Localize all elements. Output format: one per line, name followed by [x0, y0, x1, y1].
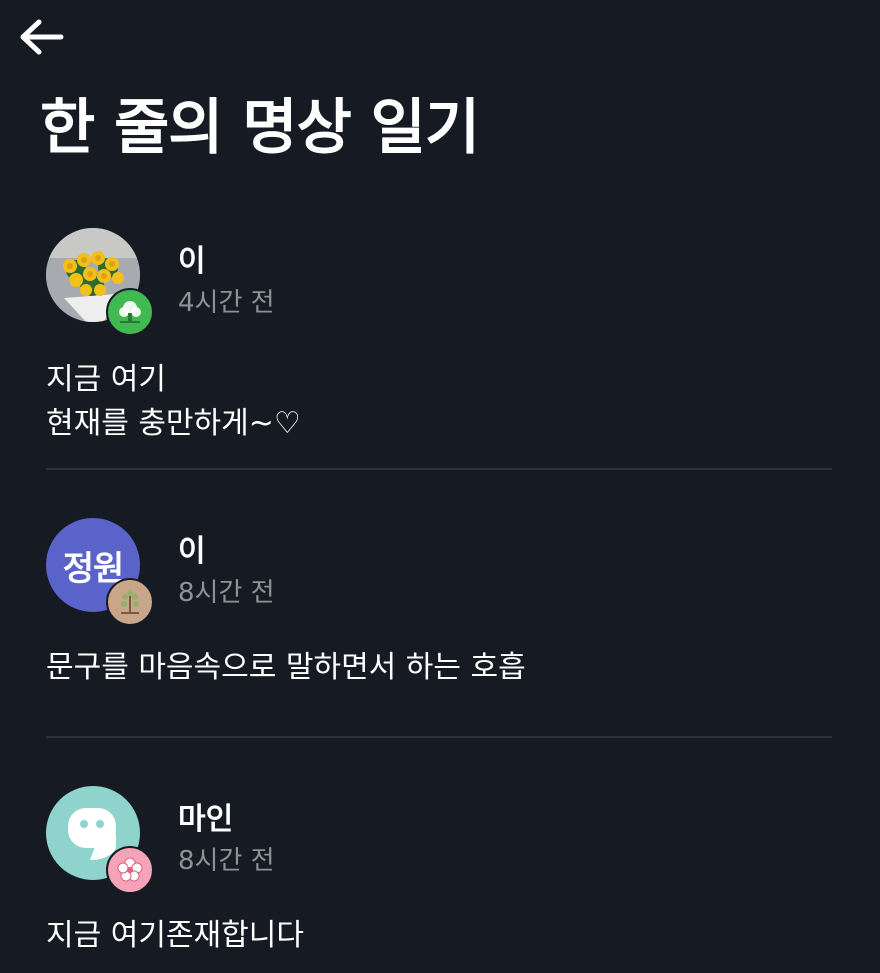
author-name: 이	[178, 244, 206, 279]
post-body-line: 지금 여기존재합니다	[46, 918, 304, 953]
post-body: 지금 여기존재합니다	[46, 914, 304, 958]
badge	[106, 846, 154, 894]
post-item[interactable]: 이 4시간 전 지금 여기 현재를 충만하게~♡	[46, 228, 832, 441]
post-body-line: 지금 여기	[46, 362, 166, 397]
post-body: 지금 여기 현재를 충만하게~♡	[46, 358, 301, 446]
post-time: 8시간 전	[178, 578, 275, 608]
arrow-left-icon	[17, 17, 65, 61]
divider	[46, 736, 832, 738]
badge	[106, 578, 154, 626]
flower-icon	[117, 857, 143, 882]
sapling-icon	[121, 590, 139, 614]
back-button[interactable]	[14, 12, 68, 66]
avatar[interactable]	[46, 228, 154, 336]
author-name: 이	[178, 534, 206, 569]
post-item[interactable]: 정원 이 8시간 전 문구를 마음속으로 말하면서 하는 호흡	[46, 518, 832, 688]
tree-icon	[119, 301, 141, 323]
post-body-line: 문구를 마음속으로 말하면서 하는 호흡	[46, 650, 526, 685]
badge	[106, 288, 154, 336]
avatar[interactable]: 정원	[46, 518, 154, 626]
page-title: 한 줄의 명상 일기	[40, 93, 480, 163]
post-body: 문구를 마음속으로 말하면서 하는 호흡	[46, 646, 526, 690]
author-name: 마인	[178, 802, 234, 837]
post-time: 8시간 전	[178, 846, 275, 876]
post-item[interactable]: 마인 8시간 전 지금 여기존재합니다	[46, 786, 832, 973]
avatar[interactable]	[46, 786, 154, 894]
post-time: 4시간 전	[178, 288, 275, 318]
post-body-line: 현재를 충만하게~♡	[46, 406, 301, 441]
divider	[46, 468, 832, 470]
